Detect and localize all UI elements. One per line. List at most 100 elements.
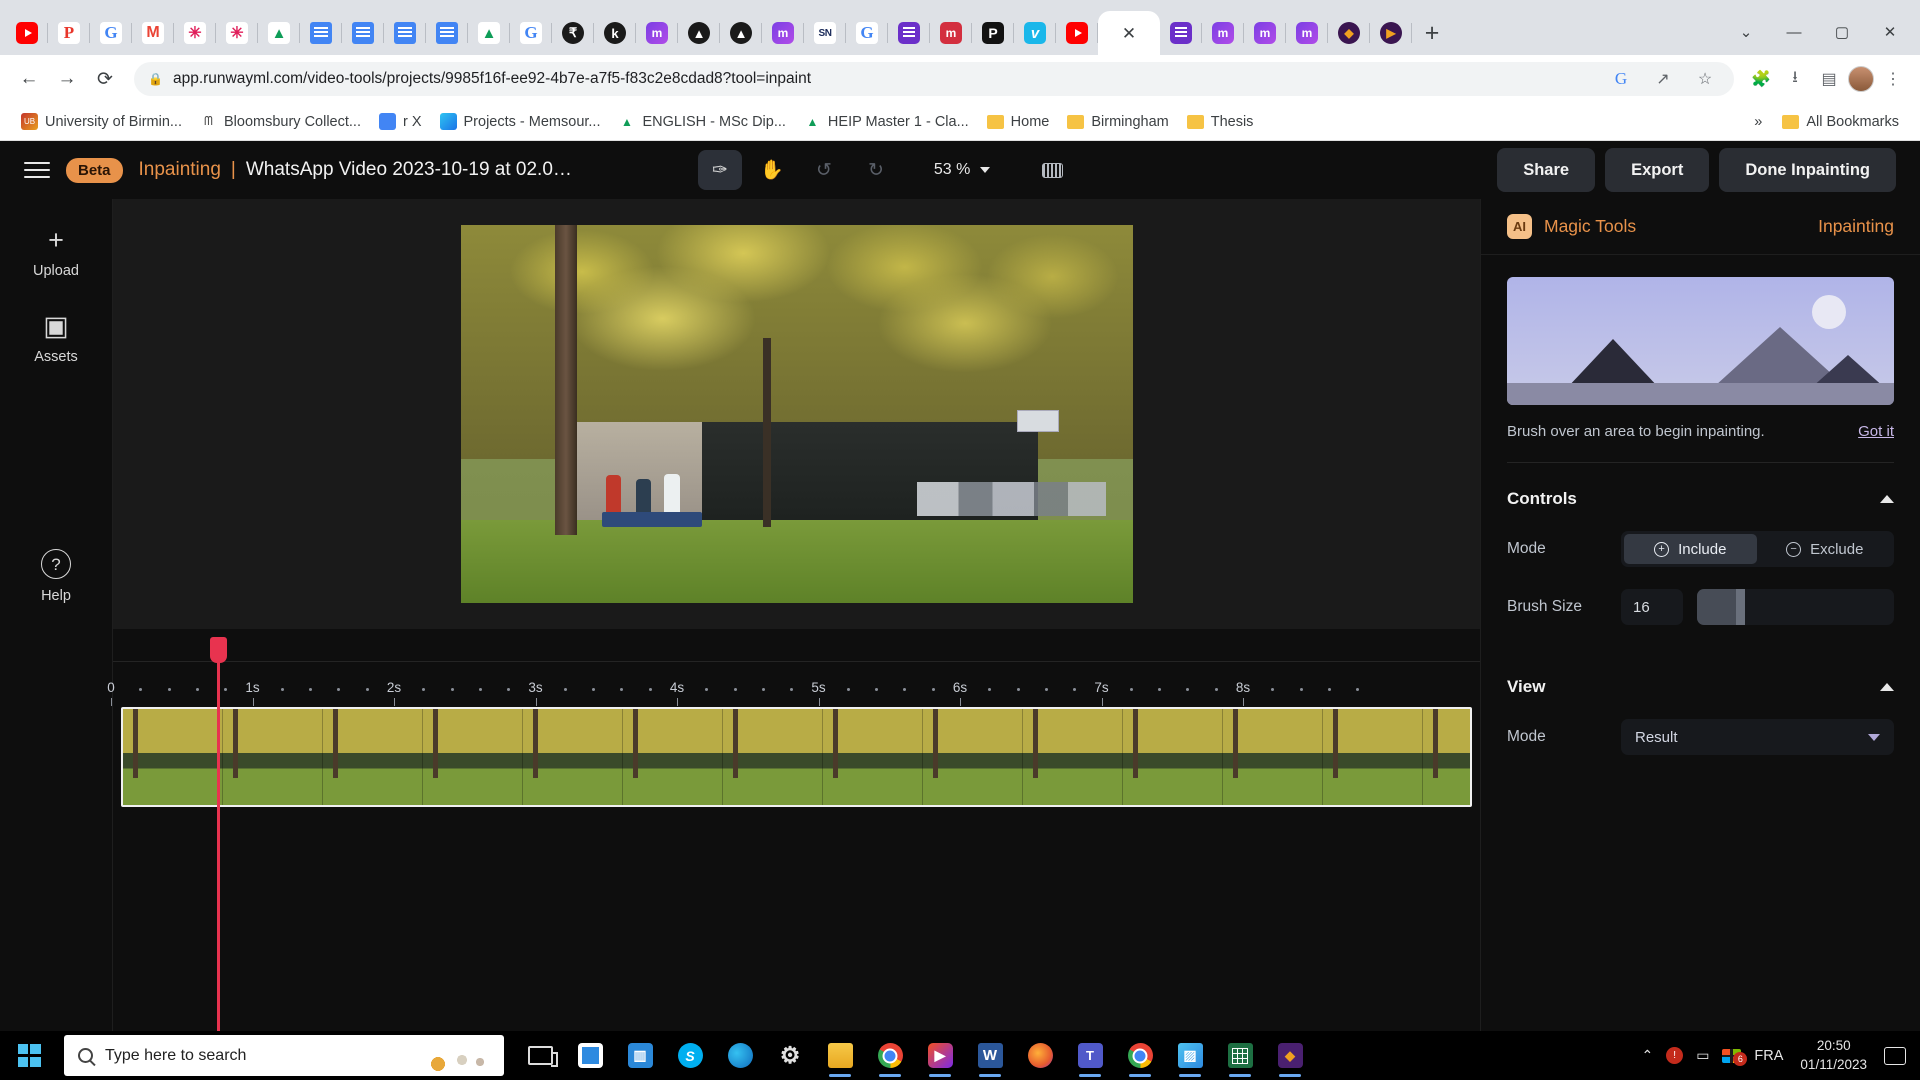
filmstrip-frame[interactable] [323, 709, 423, 805]
tab-google-drive[interactable]: ▲ [468, 11, 510, 55]
taskbar-firefox[interactable] [1018, 1033, 1062, 1078]
filmstrip-frame[interactable] [423, 709, 523, 805]
undo-button[interactable]: ↺ [802, 150, 846, 190]
bookmark-item[interactable]: UB University of Birmin... [14, 109, 189, 134]
google-lens-icon[interactable]: G [1606, 64, 1636, 94]
zoom-control[interactable]: 53 % [920, 150, 1004, 190]
notification-count-badge[interactable]: ! [1666, 1047, 1684, 1064]
action-center-icon[interactable] [1884, 1046, 1906, 1065]
bookmark-item[interactable]: Thesis [1180, 110, 1261, 134]
tab-runway[interactable]: ▶ [1370, 11, 1412, 55]
brush-size-input[interactable]: 16 [1621, 589, 1683, 625]
tab-google-docs[interactable] [342, 11, 384, 55]
tab-mural[interactable]: m [636, 11, 678, 55]
tab-notion-list[interactable] [1160, 11, 1202, 55]
reload-button[interactable]: ⟳ [88, 62, 122, 96]
taskbar-google-chrome[interactable] [868, 1033, 912, 1078]
slider-handle[interactable] [1736, 589, 1746, 625]
tab-google-docs[interactable] [426, 11, 468, 55]
sidebar-item-upload[interactable]: + Upload [33, 227, 79, 280]
tab-kobo[interactable]: k [594, 11, 636, 55]
tab-mural[interactable]: m [1202, 11, 1244, 55]
tab-google-docs[interactable] [300, 11, 342, 55]
taskbar-excel[interactable] [1218, 1033, 1262, 1078]
tab-vimeo[interactable]: v [1014, 11, 1056, 55]
forward-button[interactable]: → [50, 62, 84, 96]
tab-mural[interactable]: m [1244, 11, 1286, 55]
controls-section-header[interactable]: Controls [1481, 463, 1920, 509]
bookmark-item[interactable]: ▲ ENGLISH - MSc Dip... [612, 109, 793, 134]
canvas-area[interactable] [113, 199, 1480, 629]
redo-button[interactable]: ↻ [854, 150, 898, 190]
filmstrip-frame[interactable] [623, 709, 723, 805]
search-input[interactable]: Type here to search [64, 1035, 504, 1076]
filmstrip-frame[interactable] [523, 709, 623, 805]
bookmarks-overflow-button[interactable]: » [1747, 110, 1769, 134]
active-tab[interactable]: ✕ [1098, 11, 1160, 55]
export-button[interactable]: Export [1605, 148, 1710, 192]
brush-tool[interactable]: ✑ [697, 150, 742, 190]
timeline[interactable]: 0 1s 2s 3s 4s 5s 6s 7s 8s [107, 629, 1480, 1031]
taskbar-play-store[interactable]: ▶ [918, 1033, 962, 1078]
taskbar-microsoft-word[interactable]: W [968, 1033, 1012, 1078]
back-button[interactable]: ← [12, 62, 46, 96]
tab-mural[interactable]: m [762, 11, 804, 55]
view-mode-select[interactable]: Result [1621, 719, 1894, 755]
taskbar-skype[interactable]: S [668, 1033, 712, 1078]
tab-aconnect[interactable]: ▲ [720, 11, 762, 55]
bookmark-item[interactable]: ▲ HEIP Master 1 - Cla... [797, 109, 976, 134]
include-button[interactable]: + Include [1624, 534, 1757, 564]
tab-youtube[interactable] [6, 11, 48, 55]
bookmark-item[interactable]: r X [372, 109, 429, 134]
brush-size-slider[interactable] [1697, 589, 1894, 625]
filmstrip-frame[interactable] [1423, 709, 1470, 805]
tab-gmail[interactable]: M [132, 11, 174, 55]
hamburger-menu-icon[interactable] [24, 162, 50, 178]
close-icon[interactable]: ✕ [1117, 21, 1141, 45]
filmstrip-frame[interactable] [1023, 709, 1123, 805]
taskbar-runway-app[interactable]: ◆ [1268, 1033, 1312, 1078]
address-bar[interactable]: 🔒 app.runwayml.com/video-tools/projects/… [134, 62, 1734, 96]
taskbar-settings[interactable]: ⚙ [768, 1033, 812, 1078]
extensions-icon[interactable]: 🧩 [1746, 64, 1776, 94]
video-preview-frame[interactable] [460, 225, 1133, 603]
battery-icon[interactable]: ▭ [1696, 1047, 1709, 1064]
chevron-up-icon[interactable] [1880, 683, 1894, 691]
tab-mural-red[interactable]: m [930, 11, 972, 55]
downloads-icon[interactable]: ⭳ [1780, 64, 1810, 94]
sidebar-item-help[interactable]: ? Help [41, 549, 71, 604]
exclude-button[interactable]: − Exclude [1759, 534, 1892, 564]
tab-notion-list[interactable] [888, 11, 930, 55]
tab-dark-app[interactable]: ₹ [552, 11, 594, 55]
filmstrip-frame[interactable] [1223, 709, 1323, 805]
bookmark-item[interactable]: ᗰ Bloomsbury Collect... [193, 109, 368, 134]
filmstrip-frame[interactable] [123, 709, 223, 805]
side-panel-icon[interactable]: ▤ [1814, 64, 1844, 94]
taskbar-task-view[interactable] [518, 1033, 562, 1078]
tab-slack[interactable]: ✳ [174, 11, 216, 55]
new-tab-button[interactable]: + [1412, 13, 1452, 53]
tab-aconnect[interactable]: ▲ [678, 11, 720, 55]
tab-peak[interactable]: P [972, 11, 1014, 55]
taskbar-chrome-second[interactable] [1118, 1033, 1162, 1078]
tab-slack[interactable]: ✳ [216, 11, 258, 55]
tab-sciencenotes[interactable]: SN [804, 11, 846, 55]
playhead-handle[interactable] [210, 637, 227, 663]
taskbar-photos[interactable]: ▨ [1168, 1033, 1212, 1078]
tray-overflow-icon[interactable]: ⌃ [1641, 1047, 1653, 1064]
tab-google-docs[interactable] [384, 11, 426, 55]
filmstrip-frame[interactable] [1123, 709, 1223, 805]
tab-google[interactable]: G [846, 11, 888, 55]
tab-youtube[interactable] [1056, 11, 1098, 55]
close-window-button[interactable]: ✕ [1868, 17, 1912, 47]
bookmark-item[interactable]: Projects - Memsour... [433, 109, 608, 134]
maximize-button[interactable]: ▢ [1820, 17, 1864, 47]
view-section-header[interactable]: View [1481, 651, 1920, 697]
done-inpainting-button[interactable]: Done Inpainting [1719, 148, 1896, 192]
taskbar-microsoft-edge[interactable] [718, 1033, 762, 1078]
chevron-up-icon[interactable] [1880, 495, 1894, 503]
chevron-down-icon[interactable]: ⌄ [1724, 17, 1768, 47]
avatar[interactable] [1848, 66, 1874, 92]
filmstrip-frame[interactable] [723, 709, 823, 805]
tab-google-drive[interactable]: ▲ [258, 11, 300, 55]
